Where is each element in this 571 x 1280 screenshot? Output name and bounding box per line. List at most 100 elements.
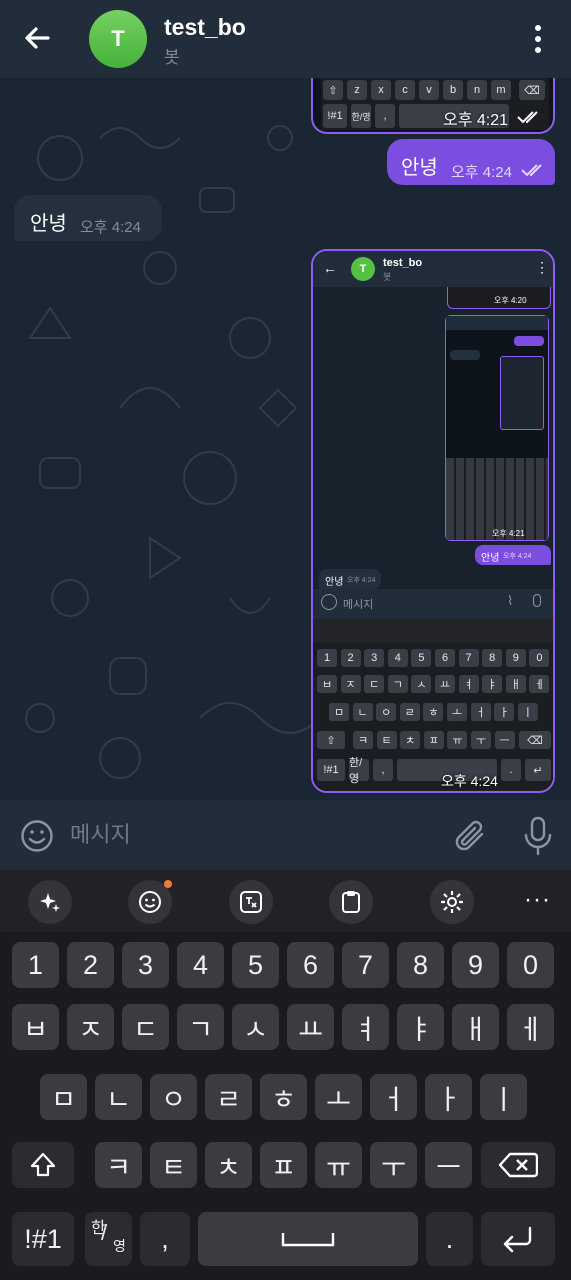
key-ㅜ[interactable]: ㅜ: [370, 1142, 417, 1188]
key-0[interactable]: 0: [507, 942, 554, 988]
key-4[interactable]: 4: [177, 942, 224, 988]
chat-header: T test_bo 봇: [0, 0, 571, 78]
language-switch-key[interactable]: 한 / 영: [85, 1212, 132, 1266]
key-ㄷ[interactable]: ㄷ: [122, 1004, 169, 1050]
key-ㅌ[interactable]: ㅌ: [150, 1142, 197, 1188]
microphone-icon[interactable]: [522, 816, 554, 856]
key-5[interactable]: 5: [232, 942, 279, 988]
key-ㅓ[interactable]: ㅓ: [370, 1074, 417, 1120]
mini-key-ㅈ: ㅈ: [340, 675, 361, 693]
mini-key-ㄱ: ㄱ: [387, 675, 408, 693]
key-ㅁ[interactable]: ㅁ: [40, 1074, 87, 1120]
mini-shift-key: ⇧: [317, 731, 345, 749]
mini-key-ㅜ: ㅜ: [471, 731, 491, 749]
received-message[interactable]: 안녕 오후 4:24: [14, 195, 162, 241]
key-ㅇ[interactable]: ㅇ: [150, 1074, 197, 1120]
more-horizontal-icon[interactable]: ···: [524, 886, 551, 914]
key-ㅊ[interactable]: ㅊ: [205, 1142, 252, 1188]
mini-key-4: 4: [387, 649, 408, 667]
key-2[interactable]: 2: [67, 942, 114, 988]
mini-key-ㅂ: ㅂ: [317, 675, 337, 693]
shift-key[interactable]: [12, 1142, 74, 1188]
read-checkmarks-icon: [521, 164, 542, 177]
mini-input-placeholder: 메시지: [343, 599, 374, 611]
chat-title[interactable]: test_bo: [164, 14, 246, 41]
mini-period-key: .: [501, 759, 521, 781]
sparkle-icon[interactable]: [28, 880, 72, 924]
key-ㅣ[interactable]: ㅣ: [480, 1074, 527, 1120]
sent-message[interactable]: 안녕 오후 4:24: [387, 139, 555, 185]
mini-received-time: 오후 4:24: [347, 577, 376, 584]
mini-key-ㅑ: ㅑ: [482, 675, 503, 693]
avatar[interactable]: T: [89, 10, 147, 68]
key-ㅏ[interactable]: ㅏ: [425, 1074, 472, 1120]
key-3[interactable]: 3: [122, 942, 169, 988]
space-key[interactable]: [198, 1212, 418, 1266]
key-ㅡ[interactable]: ㅡ: [425, 1142, 472, 1188]
clipboard-icon[interactable]: [329, 880, 373, 924]
comma-key[interactable]: ,: [140, 1212, 190, 1266]
key-ㅐ[interactable]: ㅐ: [452, 1004, 499, 1050]
key-ㄱ[interactable]: ㄱ: [177, 1004, 224, 1050]
key-ㅗ[interactable]: ㅗ: [315, 1074, 362, 1120]
message-text: 안녕: [30, 213, 67, 235]
mini-avatar: T: [351, 257, 375, 281]
key-ㅍ[interactable]: ㅍ: [260, 1142, 307, 1188]
key-ㅛ[interactable]: ㅛ: [287, 1004, 334, 1050]
key-ㅔ[interactable]: ㅔ: [507, 1004, 554, 1050]
message-text: 안녕: [401, 157, 438, 179]
mini-key-ㅁ: ㅁ: [329, 703, 349, 721]
period-key[interactable]: .: [426, 1212, 473, 1266]
key-ㅅ[interactable]: ㅅ: [232, 1004, 279, 1050]
mini-lang-key: 한/영: [351, 104, 371, 128]
nested-header: [446, 316, 548, 330]
message-input[interactable]: [70, 820, 430, 850]
mini-key: n: [467, 80, 487, 100]
back-arrow-icon[interactable]: [18, 18, 58, 58]
enter-key[interactable]: [481, 1212, 555, 1266]
nested-sent-bubble: [514, 336, 544, 346]
mini-key-ㅅ: ㅅ: [411, 675, 432, 693]
mini-key-ㄹ: ㄹ: [399, 703, 420, 721]
key-ㅎ[interactable]: ㅎ: [260, 1074, 307, 1120]
translate-icon[interactable]: [229, 880, 273, 924]
key-ㅋ[interactable]: ㅋ: [95, 1142, 142, 1188]
smile-icon[interactable]: [20, 819, 54, 853]
key-ㄴ[interactable]: ㄴ: [95, 1074, 142, 1120]
paperclip-icon[interactable]: [454, 818, 488, 854]
key-9[interactable]: 9: [452, 942, 499, 988]
key-6[interactable]: 6: [287, 942, 334, 988]
screenshot-message-top[interactable]: ⇧ z x c v b n m ⌫ !#1 한/영 , 오후 4:21: [311, 78, 555, 134]
mini-key: m: [491, 80, 511, 100]
mini-attach-icon: ⌇: [507, 593, 514, 608]
key-1[interactable]: 1: [12, 942, 59, 988]
mini-key-ㅌ: ㅌ: [376, 731, 397, 749]
mini-key: v: [419, 80, 439, 100]
emoji-sticker-icon[interactable]: [128, 880, 172, 924]
symbols-key[interactable]: !#1: [12, 1212, 74, 1266]
key-8[interactable]: 8: [397, 942, 444, 988]
mini-key: z: [347, 80, 367, 100]
gear-icon[interactable]: [430, 880, 474, 924]
mini-key-ㅋ: ㅋ: [353, 731, 373, 749]
key-ㅕ[interactable]: ㅕ: [342, 1004, 389, 1050]
key-ㅑ[interactable]: ㅑ: [397, 1004, 444, 1050]
mini-key-ㅣ: ㅣ: [517, 703, 538, 721]
key-ㅈ[interactable]: ㅈ: [67, 1004, 114, 1050]
backspace-icon: [498, 1152, 538, 1178]
mini-bottom-time: 오후 4:24: [441, 773, 498, 789]
backspace-key[interactable]: [481, 1142, 555, 1188]
mini-menu-icon: ⋮: [535, 259, 549, 275]
mini-key-1: 1: [317, 649, 337, 667]
nested-time-2: 오후 4:21: [492, 529, 525, 538]
mini-key-ㅍ: ㅍ: [423, 731, 444, 749]
more-vertical-icon[interactable]: [523, 22, 553, 56]
key-7[interactable]: 7: [342, 942, 389, 988]
key-ㅂ[interactable]: ㅂ: [12, 1004, 59, 1050]
screenshot-message[interactable]: ← T test_bo 봇 ⋮ 오후 4:20 오후 4:21 안녕 오후 4:…: [311, 249, 555, 793]
chat-subtitle: 봇: [164, 48, 180, 67]
chat-area[interactable]: ⇧ z x c v b n m ⌫ !#1 한/영 , 오후 4:21 안녕 오…: [0, 78, 571, 800]
key-ㄹ[interactable]: ㄹ: [205, 1074, 252, 1120]
key-ㅠ[interactable]: ㅠ: [315, 1142, 362, 1188]
space-icon: [281, 1233, 335, 1247]
